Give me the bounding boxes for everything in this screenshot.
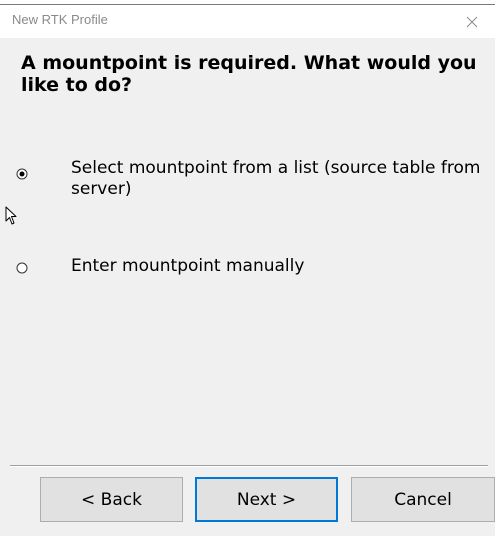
option-select-from-list[interactable]: Select mountpoint from a list (source ta…	[0, 158, 495, 208]
window-title: New RTK Profile	[12, 12, 108, 27]
cancel-button[interactable]: Cancel	[351, 477, 495, 522]
radio-button-icon[interactable]	[16, 262, 28, 274]
option-label[interactable]: Enter mountpoint manually	[71, 256, 481, 277]
title-bar: New RTK Profile	[0, 4, 495, 38]
close-icon	[466, 16, 478, 27]
radio-button-icon[interactable]	[16, 168, 28, 180]
option-enter-manually[interactable]: Enter mountpoint manually	[0, 256, 495, 306]
close-button[interactable]	[449, 5, 495, 38]
mouse-pointer-icon	[5, 206, 17, 225]
footer-divider	[10, 465, 488, 467]
option-label[interactable]: Select mountpoint from a list (source ta…	[71, 158, 481, 200]
back-button[interactable]: < Back	[40, 477, 183, 522]
dialog-window: New RTK Profile A mountpoint is required…	[0, 0, 495, 536]
next-button[interactable]: Next >	[195, 477, 338, 522]
question-heading: A mountpoint is required. What would you…	[21, 52, 477, 96]
dialog-content: A mountpoint is required. What would you…	[0, 38, 495, 456]
